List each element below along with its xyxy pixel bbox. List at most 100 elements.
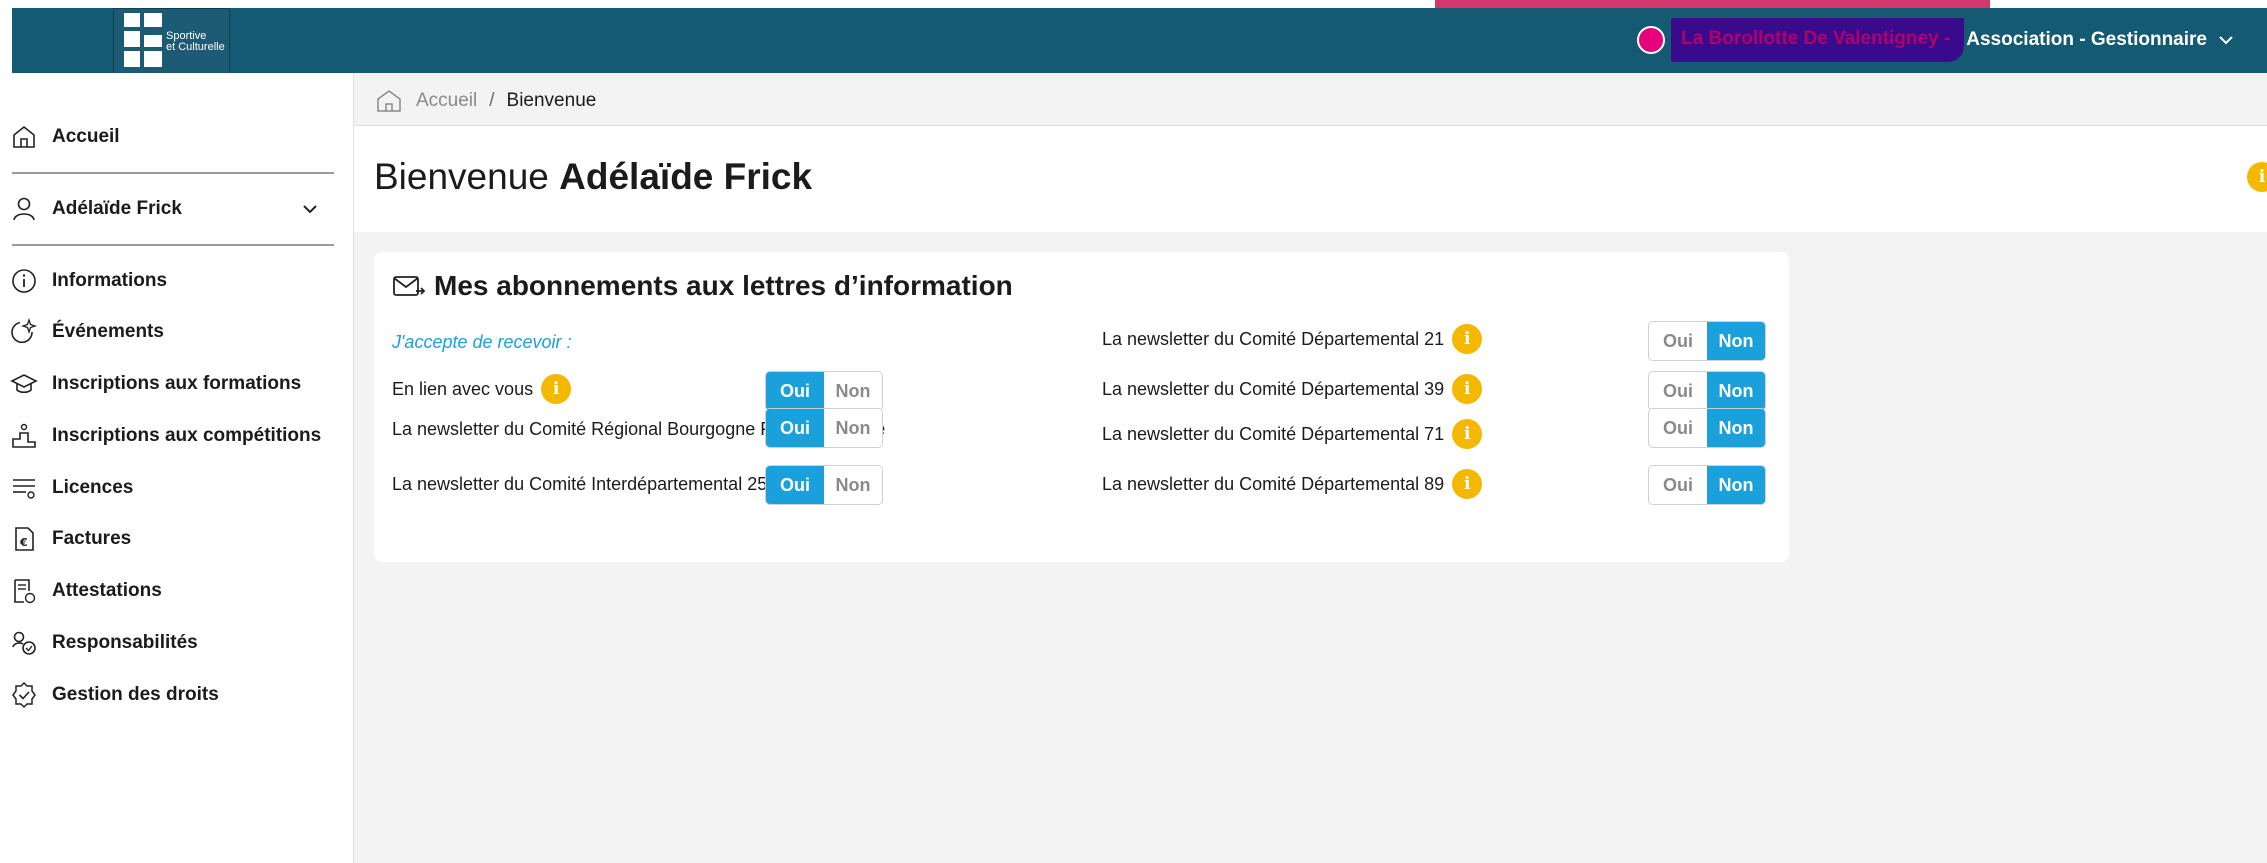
newsletter-toggle-cd39[interactable]: Oui Non <box>1648 371 1766 411</box>
sidebar-item-evenements[interactable]: Événements <box>10 318 164 346</box>
sidebar-item-accueil[interactable]: Accueil <box>10 123 120 151</box>
page-header: Bienvenue Adélaïde Frick i <box>354 126 2267 232</box>
sidebar-divider <box>12 244 334 246</box>
newsletter-toggle-cd89[interactable]: Oui Non <box>1648 465 1766 505</box>
invoice-icon: € <box>15 527 34 551</box>
toggle-non[interactable]: Non <box>1707 466 1765 504</box>
sidebar-item-label: Attestations <box>52 580 162 601</box>
toggle-oui[interactable]: Oui <box>766 466 824 504</box>
sidebar-item-label: Gestion des droits <box>52 684 219 705</box>
sidebar-item-label: Inscriptions aux compétitions <box>52 425 322 446</box>
sparkle-calendar-icon <box>11 318 38 344</box>
sidebar-item-label: Accueil <box>52 126 120 147</box>
page-title-prefix: Bienvenue <box>374 156 549 197</box>
user-name: Adélaïde Frick <box>52 198 182 219</box>
sidebar-item-informations[interactable]: Informations <box>10 267 167 295</box>
info-icon[interactable]: i <box>1452 419 1483 449</box>
sidebar-user-menu[interactable]: Adélaïde Frick <box>10 195 330 223</box>
chevron-down-icon <box>303 205 317 214</box>
toggle-non[interactable]: Non <box>824 372 882 410</box>
newsletter-label: La newsletter du Comité Départemental 39… <box>1102 374 1483 404</box>
accept-label: J'accepte de recevoir : <box>392 332 572 352</box>
top-bar: La Borollotte De Valentigney - Associati… <box>12 8 2267 73</box>
info-icon[interactable]: i <box>541 374 572 404</box>
sidebar-item-label: Licences <box>52 477 134 498</box>
info-icon[interactable]: i <box>2247 162 2267 192</box>
newsletter-label: La newsletter du Comité Départemental 89… <box>1102 469 1483 499</box>
newsletter-title-text: Mes abonnements aux lettres d’informatio… <box>434 270 1013 301</box>
newsletter-label-text: En lien avec vous <box>392 378 534 399</box>
sidebar-item-label: Informations <box>52 270 168 291</box>
organization-dot-icon <box>1637 26 1666 54</box>
user-icon <box>13 197 35 221</box>
logo-text: Sportive et Culturelle <box>166 30 225 53</box>
toggle-non[interactable]: Non <box>824 466 882 504</box>
podium-icon <box>12 423 36 448</box>
newsletter-toggle-cd21[interactable]: Oui Non <box>1648 321 1766 361</box>
sidebar-item-label: Inscriptions aux formations <box>52 373 302 394</box>
newsletter-toggle-interdepartemental[interactable]: Oui Non <box>765 465 883 505</box>
breadcrumb-bar: Accueil / Bienvenue <box>354 73 2267 126</box>
header-accent-stripe <box>1435 0 1990 8</box>
page-title-name: Adélaïde Frick <box>559 156 813 197</box>
sidebar-divider <box>12 172 334 174</box>
info-circle-icon <box>12 269 36 293</box>
responsibility-icon <box>12 631 36 655</box>
breadcrumb-separator: / <box>489 90 495 111</box>
account-role: Association - Gestionnaire <box>1966 29 2207 50</box>
account-organization: La Borollotte De Valentigney - <box>1671 18 1965 62</box>
newsletter-card-title: Mes abonnements aux lettres d’informatio… <box>392 270 1013 302</box>
toggle-oui[interactable]: Oui <box>766 372 824 410</box>
breadcrumb: Accueil / Bienvenue <box>374 86 596 116</box>
page-title: Bienvenue Adélaïde Frick <box>374 156 812 198</box>
breadcrumb-current: Bienvenue <box>506 90 597 111</box>
newsletter-label: La newsletter du Comité Départemental 21… <box>1102 324 1483 354</box>
license-card-icon <box>13 479 35 499</box>
newsletter-label-text: La newsletter du Comité Départemental 21 <box>1102 328 1445 349</box>
sidebar: Accueil Adélaïde Frick Informations Évén… <box>0 73 354 863</box>
newsletter-label: En lien avec vous i <box>392 374 572 404</box>
newsletter-toggle-en-lien[interactable]: Oui Non <box>765 371 883 411</box>
home-icon[interactable] <box>374 86 404 116</box>
sidebar-item-gestion-droits[interactable]: Gestion des droits <box>10 681 219 709</box>
badge-check-icon <box>12 681 36 709</box>
graduation-cap-icon <box>10 374 38 394</box>
mail-forward-icon <box>393 276 426 296</box>
newsletter-toggle-regional[interactable]: Oui Non <box>765 408 883 448</box>
info-icon[interactable]: i <box>1452 469 1483 499</box>
svg-text:€: € <box>19 536 28 549</box>
sidebar-item-label: Factures <box>52 528 132 549</box>
newsletter-card: Mes abonnements aux lettres d’informatio… <box>374 252 1789 562</box>
newsletter-label-text: La newsletter du Comité Départemental 39 <box>1102 378 1445 399</box>
toggle-oui[interactable]: Oui <box>1649 409 1707 447</box>
fscf-logo-mark <box>124 13 164 69</box>
main-content: Mes abonnements aux lettres d’informatio… <box>354 232 2267 863</box>
home-icon <box>13 125 35 148</box>
toggle-oui[interactable]: Oui <box>1649 466 1707 504</box>
toggle-oui[interactable]: Oui <box>1649 372 1707 410</box>
toggle-non[interactable]: Non <box>1707 409 1765 447</box>
certificate-icon <box>14 579 36 604</box>
toggle-non[interactable]: Non <box>824 409 882 447</box>
sidebar-item-factures[interactable]: € Factures <box>10 525 131 553</box>
account-menu[interactable]: La Borollotte De Valentigney - Associati… <box>1637 18 2235 62</box>
sidebar-item-label: Événements <box>52 321 164 342</box>
newsletter-toggle-cd71[interactable]: Oui Non <box>1648 408 1766 448</box>
toggle-non[interactable]: Non <box>1707 322 1765 360</box>
newsletter-label: La newsletter du Comité Départemental 71… <box>1102 419 1483 449</box>
toggle-non[interactable]: Non <box>1707 372 1765 410</box>
sidebar-item-formations[interactable]: Inscriptions aux formations <box>10 370 301 398</box>
sidebar-item-responsabilites[interactable]: Responsabilités <box>10 629 198 657</box>
sidebar-item-label: Responsabilités <box>52 632 198 653</box>
sidebar-item-competitions[interactable]: Inscriptions aux compétitions <box>10 422 321 450</box>
sidebar-item-licences[interactable]: Licences <box>10 474 133 502</box>
breadcrumb-home-link[interactable]: Accueil <box>416 90 477 112</box>
info-icon[interactable]: i <box>1452 374 1483 404</box>
sidebar-item-attestations[interactable]: Attestations <box>10 577 162 605</box>
toggle-oui[interactable]: Oui <box>1649 322 1707 360</box>
newsletter-label-text: La newsletter du Comité Départemental 89 <box>1102 473 1445 494</box>
toggle-oui[interactable]: Oui <box>766 409 824 447</box>
chevron-down-icon <box>2219 36 2233 45</box>
newsletter-label-text: La newsletter du Comité Départemental 71 <box>1102 423 1445 444</box>
info-icon[interactable]: i <box>1452 324 1483 354</box>
